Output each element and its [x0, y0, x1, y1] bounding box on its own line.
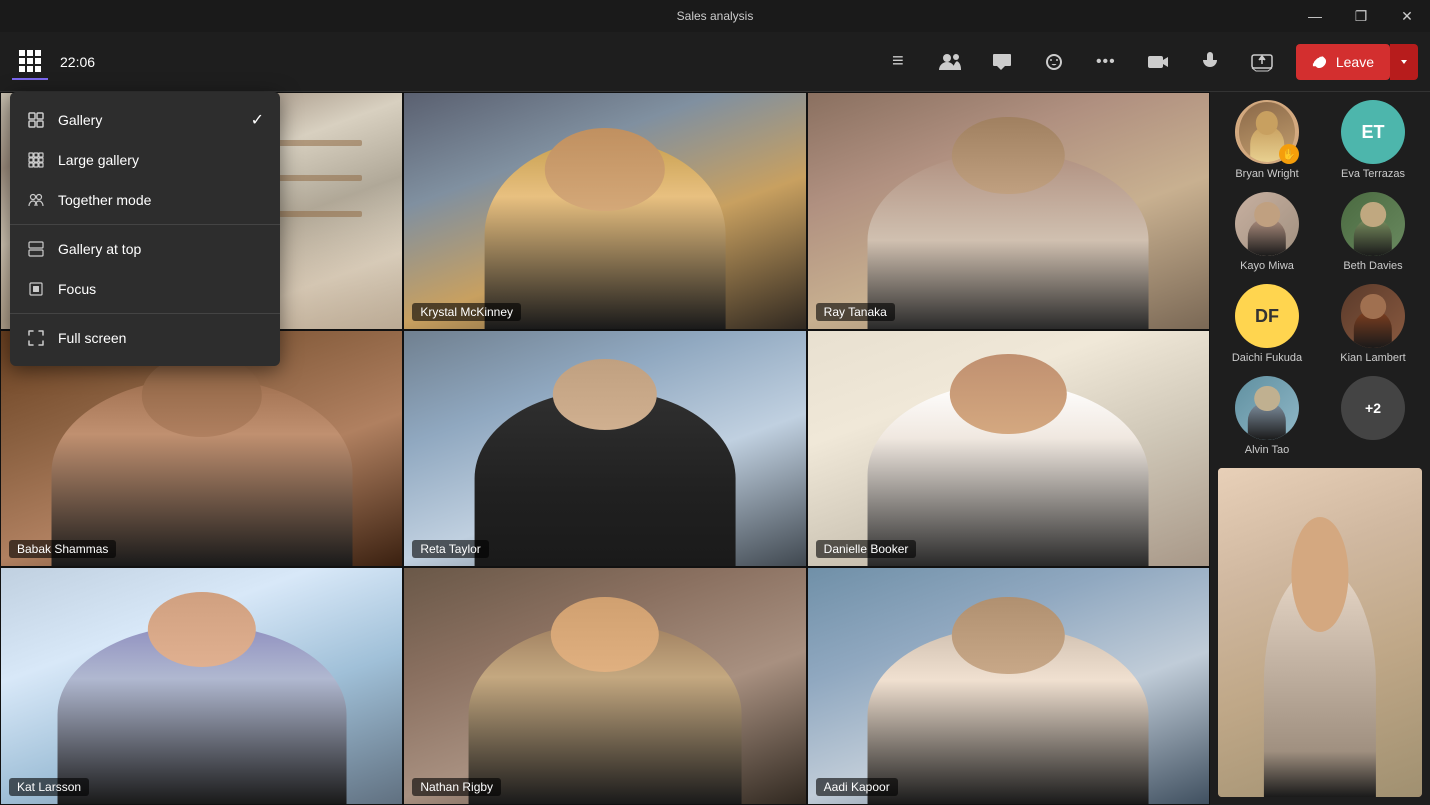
sidebar-bottom-video — [1218, 468, 1422, 797]
participant-name-reta: Reta Taylor — [412, 540, 488, 558]
video-cell-danielle: Danielle Booker — [807, 330, 1210, 568]
focus-icon — [26, 279, 46, 299]
leave-dropdown-button[interactable] — [1390, 44, 1418, 80]
microphone-icon — [1202, 51, 1218, 73]
sidebar-participant-daichi[interactable]: DF Daichi Fukuda — [1218, 284, 1316, 364]
microphone-button[interactable] — [1192, 44, 1228, 80]
together-mode-icon — [26, 190, 46, 210]
share-icon — [1251, 52, 1273, 72]
participant-name-kat: Kat Larsson — [9, 778, 89, 796]
avatar-kayo — [1235, 192, 1299, 256]
share-screen-button[interactable] — [1244, 44, 1280, 80]
avatar-daichi: DF — [1235, 284, 1299, 348]
video-cell-ray: Ray Tanaka — [807, 92, 1210, 330]
sidebar-participant-bryan[interactable]: ✋ Bryan Wright — [1218, 100, 1316, 180]
participant-name-ray: Ray Tanaka — [816, 303, 895, 321]
minimize-button[interactable]: — — [1292, 0, 1338, 32]
leave-button[interactable]: Leave — [1296, 44, 1390, 80]
participant-name-krystal: Krystal McKinney — [412, 303, 521, 321]
avatar-beth — [1341, 192, 1405, 256]
video-cell-kat: Kat Larsson — [0, 567, 403, 805]
close-button[interactable]: ✕ — [1384, 0, 1430, 32]
window-controls: — ❐ ✕ — [1292, 0, 1430, 32]
grid-view-button[interactable] — [12, 44, 48, 80]
sidebar-participant-kian[interactable]: Kian Lambert — [1324, 284, 1422, 364]
sidebar-row-2: Kayo Miwa Beth Davies — [1218, 192, 1422, 272]
more-participants-badge: +2 — [1341, 376, 1405, 440]
window-title: Sales analysis — [677, 9, 754, 23]
sidebar-participant-eva[interactable]: ET Eva Terrazas — [1324, 100, 1422, 180]
phone-icon — [1312, 55, 1328, 69]
toolbar-center: ≡ ••• — [880, 44, 1418, 80]
dropdown-divider-2 — [10, 313, 280, 314]
maximize-button[interactable]: ❐ — [1338, 0, 1384, 32]
leave-call-wrapper: Leave — [1296, 44, 1418, 80]
grid-icon — [19, 50, 41, 72]
sidebar-label-eva: Eva Terrazas — [1341, 168, 1405, 180]
sidebar-label-beth: Beth Davies — [1343, 260, 1402, 272]
dropdown-item-gallery[interactable]: Gallery ✓ — [10, 100, 280, 140]
avatar-kian — [1341, 284, 1405, 348]
call-timer: 22:06 — [60, 54, 95, 70]
camera-button[interactable] — [1140, 44, 1176, 80]
dropdown-item-focus[interactable]: Focus — [10, 269, 280, 309]
participant-name-danielle: Danielle Booker — [816, 540, 917, 558]
reactions-button[interactable] — [1036, 44, 1072, 80]
sidebar-participant-beth[interactable]: Beth Davies — [1324, 192, 1422, 272]
sidebar-label-kian: Kian Lambert — [1340, 352, 1405, 364]
gallery-at-top-icon — [26, 239, 46, 259]
dropdown-divider-1 — [10, 224, 280, 225]
toolbar-left: 22:06 — [12, 44, 872, 80]
sidebar-row-3: DF Daichi Fukuda Kian Lambert — [1218, 284, 1422, 364]
sidebar-participant-alvin[interactable]: Alvin Tao — [1218, 376, 1316, 456]
sidebar-participant-more[interactable]: +2 — [1324, 376, 1422, 456]
sidebar-row-1: ✋ Bryan Wright ET Eva Terrazas — [1218, 100, 1422, 180]
gallery-check: ✓ — [251, 110, 264, 130]
sidebar-participant-kayo[interactable]: Kayo Miwa — [1218, 192, 1316, 272]
participant-name-nathan: Nathan Rigby — [412, 778, 501, 796]
title-bar: Sales analysis — ❐ ✕ — [0, 0, 1430, 32]
dropdown-item-large-gallery[interactable]: Large gallery — [10, 140, 280, 180]
chat-icon — [992, 52, 1012, 72]
toolbar: 22:06 ≡ ••• — [0, 32, 1430, 92]
reactions-icon — [1044, 52, 1064, 72]
dropdown-item-together-mode[interactable]: Together mode — [10, 180, 280, 220]
video-cell-aadi: Aadi Kapoor — [807, 567, 1210, 805]
avatar-eva: ET — [1341, 100, 1405, 164]
sidebar-label-bryan: Bryan Wright — [1235, 168, 1298, 180]
people-button[interactable] — [932, 44, 968, 80]
dropdown-item-gallery-at-top[interactable]: Gallery at top — [10, 229, 280, 269]
dropdown-item-full-screen[interactable]: Full screen — [10, 318, 280, 358]
hamburger-menu-button[interactable]: ≡ — [880, 44, 916, 80]
sidebar-label-daichi: Daichi Fukuda — [1232, 352, 1302, 364]
large-gallery-icon — [26, 150, 46, 170]
view-options-dropdown: Gallery ✓ Large gallery — [10, 92, 280, 366]
camera-icon — [1147, 53, 1169, 71]
gallery-icon — [26, 110, 46, 130]
full-screen-icon — [26, 328, 46, 348]
more-options-button[interactable]: ••• — [1088, 44, 1124, 80]
sidebar-label-kayo: Kayo Miwa — [1240, 260, 1294, 272]
people-icon — [939, 52, 961, 72]
sidebar-row-4: Alvin Tao +2 — [1218, 376, 1422, 456]
avatar-alvin — [1235, 376, 1299, 440]
participant-name-aadi: Aadi Kapoor — [816, 778, 898, 796]
video-cell-reta: Reta Taylor — [403, 330, 806, 568]
video-cell-krystal: Krystal McKinney — [403, 92, 806, 330]
video-cell-nathan: Nathan Rigby — [403, 567, 806, 805]
participant-name-babak: Babak Shammas — [9, 540, 116, 558]
sidebar-label-alvin: Alvin Tao — [1245, 444, 1289, 456]
raise-hand-badge-bryan: ✋ — [1279, 144, 1299, 164]
chat-button[interactable] — [984, 44, 1020, 80]
right-sidebar: ✋ Bryan Wright ET Eva Terrazas Kayo — [1210, 92, 1430, 805]
